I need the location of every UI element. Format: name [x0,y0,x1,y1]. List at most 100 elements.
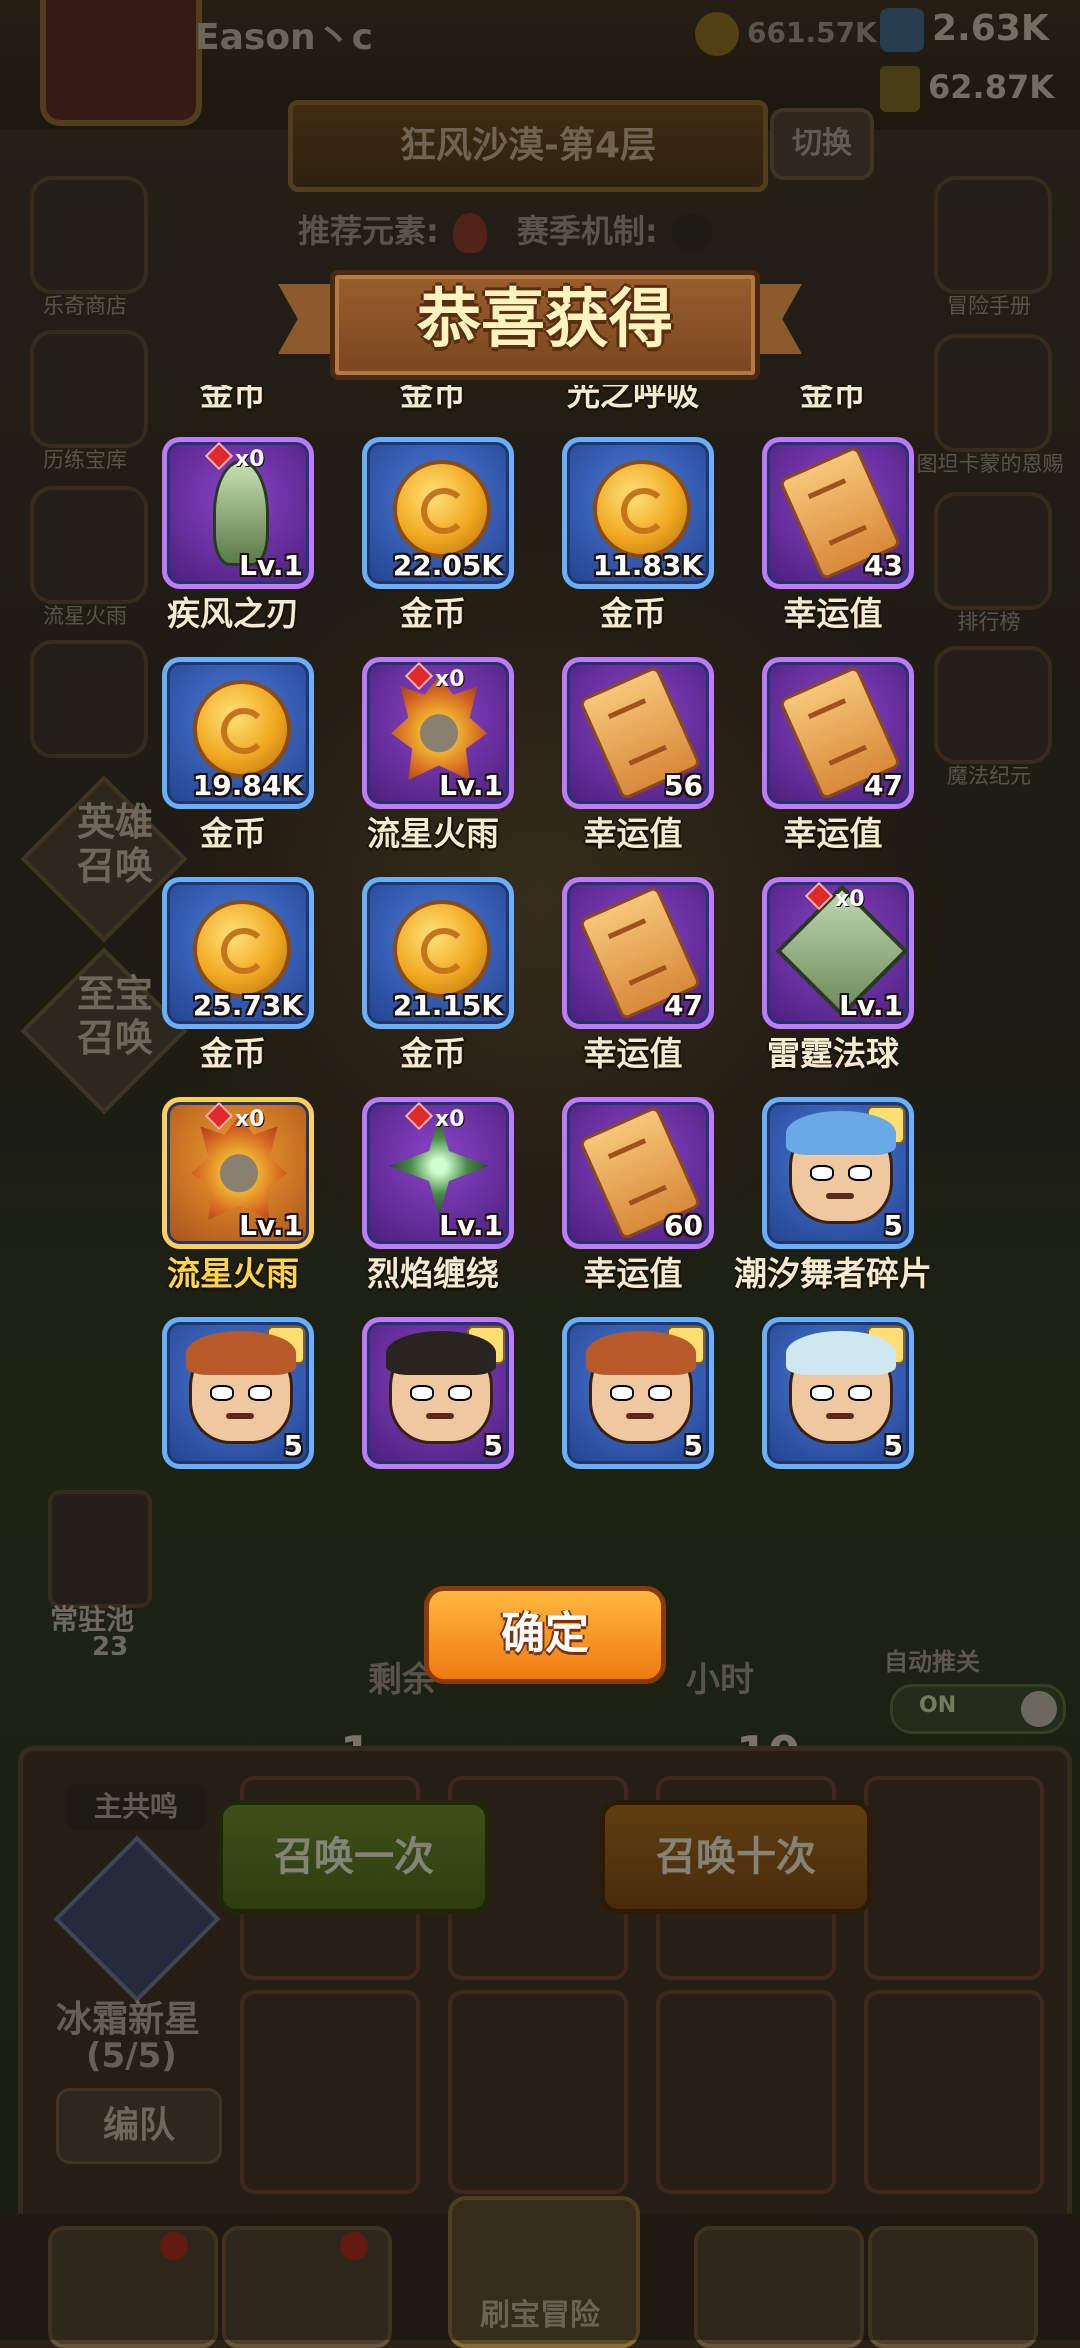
reward-item[interactable]: x0 Lv.1 流星火雨 [350,657,554,877]
reward-name: 流星火雨 [367,814,499,853]
confirm-button[interactable]: 确定 [424,1586,666,1684]
hero-eye [848,1385,872,1401]
reward-item[interactable]: 22.05K 金币 [350,437,554,657]
reward-grid[interactable]: 28.49K金币19.55K金币Lv.1光之呼吸12.01K金币 x0Lv.1疾风… [150,385,930,1535]
reward-card: 21.15K [362,877,514,1029]
reward-card: 5 [762,1097,914,1249]
reward-name: 烈焰缠绕 [367,1254,499,1293]
reward-item[interactable]: 43 幸运值 [750,437,930,657]
hero-eye [810,1385,834,1401]
reward-quantity: 5 [683,1429,703,1462]
reward-quantity: Lv.1 [239,549,303,582]
reward-name: 金币 [400,1034,466,1073]
reward-name: 潮汐舞者碎片 [734,1254,930,1293]
reward-quantity: Lv.1 [439,1209,503,1242]
reward-item[interactable]: x0 Lv.1 烈焰缠绕 [350,1097,554,1317]
reward-item[interactable]: 11.83K 金币 [550,437,754,657]
reward-item[interactable]: 5 潮汐舞者碎片 [734,1097,930,1317]
hero-eye [248,1385,272,1401]
reward-name: 金币 [600,594,666,633]
reward-quantity: 60 [664,1209,703,1242]
hero-eye [210,1385,234,1401]
reward-name: 金币 [400,385,466,413]
reward-item[interactable]: 47 幸运值 [550,877,754,1097]
gold-coin-icon [193,680,291,778]
reward-item[interactable]: 5 [550,1317,754,1535]
owned-count-badge: x0 [404,662,465,692]
reward-quantity: Lv.1 [439,769,503,802]
reward-name: 雷霆法球 [767,1034,899,1073]
reward-quantity: 47 [864,769,903,802]
hero-hair [586,1331,696,1375]
hero-eye [848,1165,872,1181]
reward-name: 幸运值 [583,1034,683,1073]
hero-fragment-icon [386,1331,496,1444]
reward-card: 11.83K [562,437,714,589]
hero-fragment-icon [186,1331,296,1444]
reward-item[interactable]: 28.49K金币 [150,385,354,437]
reward-title: 恭喜获得 [417,283,673,357]
reward-item[interactable]: 25.73K 金币 [150,877,354,1097]
reward-name: 金币 [200,1034,266,1073]
reward-quantity: Lv.1 [839,989,903,1022]
reward-card: 43 [762,437,914,589]
reward-item[interactable]: 5 [750,1317,930,1535]
reward-quantity: 5 [883,1429,903,1462]
reward-quantity: 25.73K [192,989,303,1022]
hero-eye [648,1385,672,1401]
reward-quantity: 43 [864,549,903,582]
owned-count-badge: x0 [204,1102,265,1132]
reward-item[interactable]: x0 Lv.1 雷霆法球 [750,877,930,1097]
reward-card: 5 [162,1317,314,1469]
reward-name: 幸运值 [583,1254,683,1293]
hero-eye [448,1385,472,1401]
reward-item[interactable]: 5 [150,1317,354,1535]
gold-coin-icon [393,900,491,998]
reward-card: x0 Lv.1 [762,877,914,1029]
reward-name: 幸运值 [783,594,883,633]
reward-item[interactable]: 5 [350,1317,554,1535]
hero-mouth [826,1413,854,1419]
reward-name: 幸运值 [783,814,883,853]
hero-fragment-icon [586,1331,696,1444]
reward-card: 60 [562,1097,714,1249]
red-gem-icon [204,442,234,471]
owned-count-badge: x0 [404,1102,465,1132]
reward-item[interactable]: 12.01K金币 [750,385,930,437]
reward-quantity: 22.05K [392,549,503,582]
reward-item[interactable]: 21.15K 金币 [350,877,554,1097]
red-gem-icon [204,1102,234,1131]
gold-coin-icon [193,900,291,998]
reward-quantity: 56 [664,769,703,802]
reward-card: 5 [762,1317,914,1469]
reward-item[interactable]: 56 幸运值 [550,657,754,877]
reward-card: x0 Lv.1 [162,437,314,589]
owned-count-badge: x0 [804,882,865,912]
red-gem-icon [404,1102,434,1131]
reward-item[interactable]: 47 幸运值 [750,657,930,877]
hero-fragment-icon [786,1331,896,1444]
reward-item[interactable]: Lv.1光之呼吸 [550,385,754,437]
reward-item[interactable]: 19.84K 金币 [150,657,354,877]
red-gem-icon [404,662,434,691]
reward-card: 56 [562,657,714,809]
reward-quantity: 19.84K [192,769,303,802]
reward-quantity: 5 [283,1429,303,1462]
owned-count: x0 [835,887,865,912]
hero-hair [386,1331,496,1375]
hero-fragment-icon [786,1111,896,1224]
reward-name: 流星火雨 [167,1254,299,1293]
reward-item[interactable]: x0 Lv.1 流星火雨 [150,1097,354,1317]
reward-quantity: Lv.1 [239,1209,303,1242]
gold-coin-icon [593,460,691,558]
reward-item[interactable]: x0 Lv.1 疾风之刃 [150,437,354,657]
reward-quantity: 5 [483,1429,503,1462]
reward-card: x0 Lv.1 [362,657,514,809]
reward-card: 19.84K [162,657,314,809]
reward-item[interactable]: 19.55K金币 [350,385,554,437]
hero-eye [610,1385,634,1401]
hero-mouth [426,1413,454,1419]
owned-count: x0 [435,667,465,692]
reward-name: 金币 [200,385,266,413]
reward-card: 47 [562,877,714,1029]
